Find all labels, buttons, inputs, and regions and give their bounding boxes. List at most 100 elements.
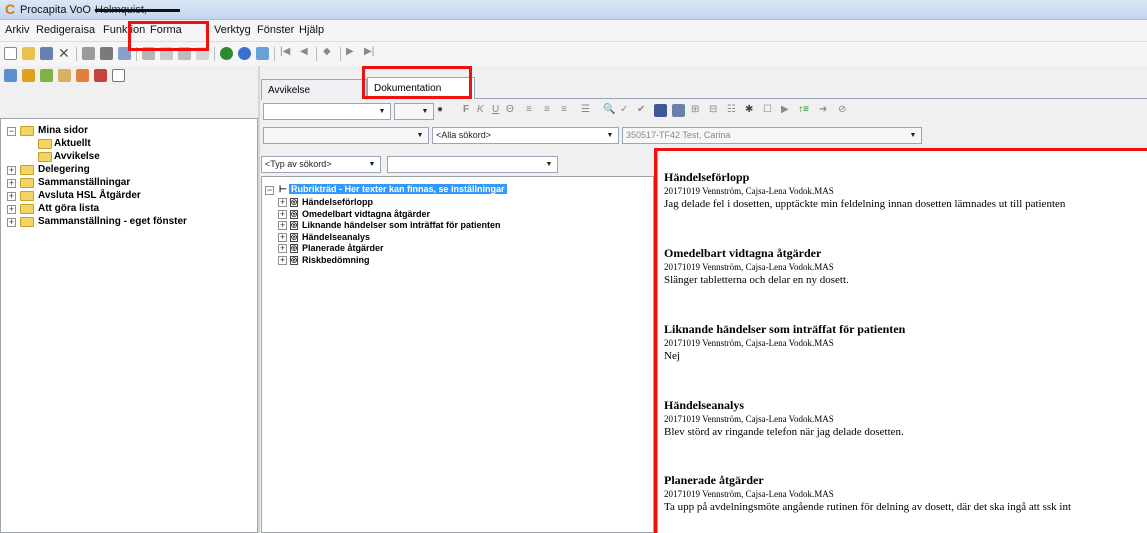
expand-icon[interactable]: + [7,166,16,175]
underline-icon[interactable]: U [492,104,499,115]
sidebar-item-label: Sammanställningar [38,177,131,188]
patient-combo[interactable]: 350517-TF42 Test, Carina ▼ [622,127,922,144]
bug-icon[interactable]: ✱ [745,104,753,115]
italic-icon[interactable]: K [477,104,484,115]
section-meta: 20171019 Vennström, Cajsa-Lena Vodok.MAS [664,262,834,272]
report-icon[interactable] [94,69,107,82]
insert-rubric-icon[interactable]: ↑≡ [798,104,809,115]
search-type-combo[interactable]: ▼ [263,127,429,144]
menu-verktyg[interactable]: Verktyg [214,24,251,36]
first-record-icon[interactable]: |◀ [280,46,290,57]
help-icon[interactable] [238,47,251,60]
strikethrough-icon[interactable]: Θ [506,104,514,115]
toolbar-separator [214,47,215,61]
pane-splitter[interactable] [258,66,260,533]
rubric-icon: ◎ [290,209,298,219]
expand-icon[interactable]: + [7,218,16,227]
section-text: Blev störd av ringande telefon när jag d… [664,426,904,438]
expand-icon[interactable]: + [7,205,16,214]
check-circle-icon[interactable]: ⊘ [838,104,846,115]
align-left-icon[interactable]: ≡ [526,104,532,115]
print-preview-icon[interactable] [82,47,95,60]
folder-icon [38,152,52,162]
menu-visa[interactable]: isa [81,24,95,36]
tab-avvikelse[interactable]: Avvikelse [261,79,367,100]
redacted-user-name: Holmquist, Katarina [95,3,180,17]
section-meta: 20171019 Vennström, Cajsa-Lena Vodok.MAS [664,186,834,196]
print-icon[interactable] [100,47,113,60]
align-right-icon[interactable]: ≡ [561,104,567,115]
table-icon[interactable]: ⊞ [691,104,699,115]
expand-icon[interactable]: + [278,244,287,253]
play-icon[interactable]: ▶ [781,104,789,115]
sidebar-item[interactable]: + Att göra lista [0,202,256,216]
sidebar-item[interactable]: Avvikelse [0,150,256,164]
last-record-icon[interactable]: ▶| [364,46,374,57]
chart-icon[interactable]: ☷ [727,104,736,115]
menu-funktion[interactable]: Funktion [103,24,145,36]
sidebar-item[interactable]: + Sammanställningar [0,176,256,190]
expand-icon[interactable]: + [7,192,16,201]
mail-icon[interactable] [58,69,71,82]
list-view-icon[interactable] [4,69,17,82]
cut-icon[interactable] [142,47,155,60]
insert-object-icon[interactable] [672,104,685,117]
font-color-icon[interactable]: ● [437,104,443,115]
collapse-icon[interactable]: − [7,127,16,136]
keyword-filter-combo[interactable]: <Alla sökord> ▼ [432,127,619,144]
sidebar-item[interactable]: + Delegering [0,163,256,177]
bullet-list-icon[interactable]: ☰ [581,104,590,115]
window-icon[interactable] [112,69,125,82]
open-folder-icon[interactable] [22,47,35,60]
bold-icon[interactable]: F [463,104,469,115]
collapse-icon[interactable]: − [265,186,274,195]
column-icon[interactable]: ⊟ [709,104,717,115]
info-icon[interactable] [220,47,233,60]
expand-icon[interactable]: + [278,221,287,230]
tab-dokumentation[interactable]: Dokumentation [367,77,475,99]
copy-icon[interactable] [160,47,173,60]
spellcheck-icon[interactable]: ✓ [620,104,628,115]
sidebar-item[interactable]: − Mina sidor [0,124,256,138]
menu-hjalp[interactable]: Hjälp [299,24,324,36]
font-size-combo[interactable]: ▼ [394,103,434,120]
new-document-icon[interactable] [4,47,17,60]
context-help-icon[interactable] [256,47,269,60]
menu-format[interactable]: Forma [150,24,182,36]
delete-icon[interactable]: ✕ [58,46,71,60]
menu-redigera[interactable]: Redigera [36,24,81,36]
window-title: Procapita VoO - [20,4,98,16]
sidebar-item[interactable]: + Sammanställning - eget fönster [0,215,256,229]
insert-image-icon[interactable] [654,104,667,117]
keyword-type-combo[interactable]: <Typ av sökord> ▼ [261,156,381,173]
previous-record-icon[interactable]: ◀ [300,46,308,57]
format-icon[interactable] [76,69,89,82]
expand-icon[interactable]: + [278,255,287,265]
menu-arkiv[interactable]: Arkiv [5,24,29,36]
chevron-down-icon: ▼ [909,132,917,139]
find-icon[interactable] [118,47,131,60]
keyword-value-combo[interactable]: ▼ [387,156,558,173]
align-center-icon[interactable]: ≡ [544,104,550,115]
sidebar-item[interactable]: Aktuellt [0,137,256,151]
expand-icon[interactable]: + [278,232,287,242]
expand-icon[interactable]: + [7,179,16,188]
font-name-combo[interactable]: ▼ [263,103,391,120]
save-icon[interactable] [40,47,53,60]
paste-icon[interactable] [178,47,191,60]
edit-icon[interactable] [40,69,53,82]
abc-check-icon[interactable]: ✔ [637,104,645,115]
sidebar-item[interactable]: + Avsluta HSL Åtgärder [0,189,256,203]
folder-icon [20,178,34,188]
find-replace-icon[interactable]: 🔍 [603,104,615,115]
menu-fonster[interactable]: Fönster [257,24,294,36]
expand-icon[interactable]: + [278,209,287,219]
document-section: Liknande händelser som inträffat för pat… [657,322,1147,382]
next-arrow-icon[interactable]: ➜ [819,104,827,115]
save-template-icon[interactable]: ☐ [763,104,772,115]
expand-icon[interactable]: + [278,198,287,207]
next-record-icon[interactable]: ▶ [346,46,354,57]
sort-icon[interactable] [22,69,35,82]
undo-icon[interactable] [196,47,209,60]
chevron-down-icon: ▼ [416,132,424,139]
